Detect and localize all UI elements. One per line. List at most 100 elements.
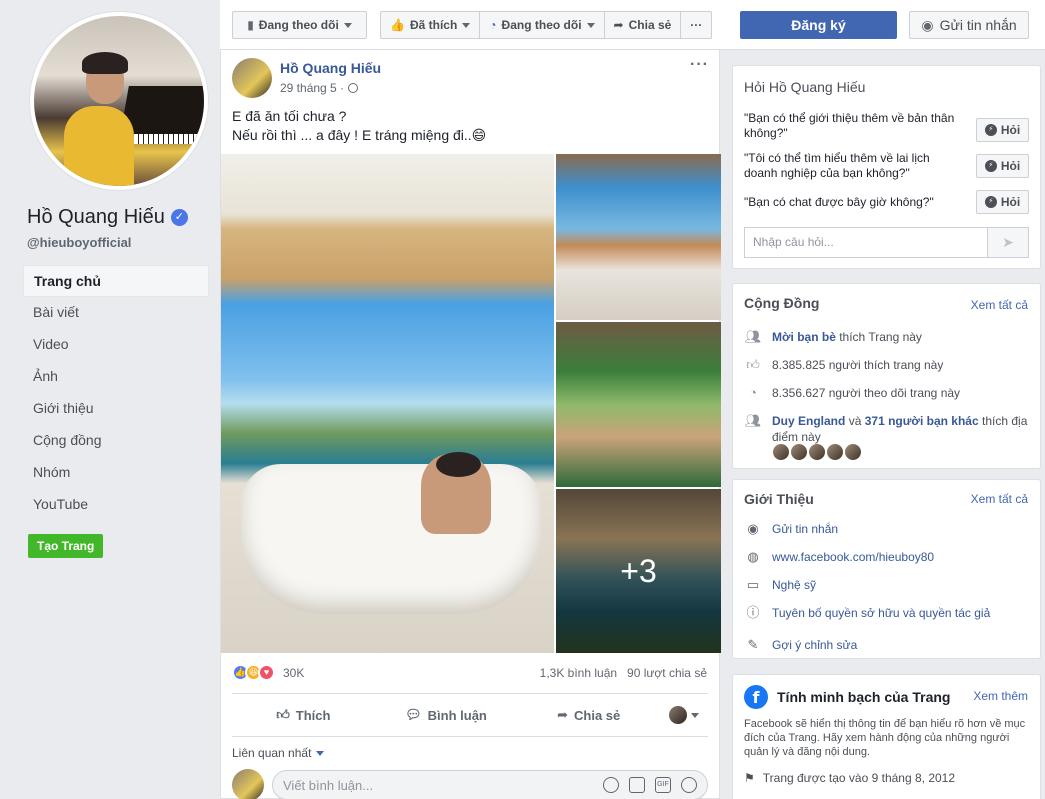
- invite-friends-link[interactable]: Mời bạn bè: [772, 330, 836, 344]
- nav-item-posts[interactable]: Bài viết: [23, 297, 209, 329]
- globe-icon: ◍: [747, 549, 759, 564]
- page-actions-group: 👍 Đã thích ◔ Đang theo dõi ➦ Chia sẻ ···: [380, 11, 713, 39]
- comment-icon: 💬︎: [405, 707, 422, 722]
- messenger-icon: ◉: [921, 16, 934, 33]
- about-card: Giới Thiệu Xem tất cả ◉ Gửi tin nhắn ◍ w…: [732, 479, 1041, 659]
- emoji-icon[interactable]: [603, 777, 619, 793]
- post-photo-3[interactable]: [556, 322, 721, 487]
- post-text: E đã ăn tối chưa ? Nếu rồi thì ... a đây…: [232, 108, 487, 143]
- gif-icon[interactable]: GIF: [655, 777, 671, 793]
- engagement-counts: 1,3K bình luận 90 lượt chia sẻ: [540, 666, 707, 680]
- nav-item-groups[interactable]: Nhóm: [23, 457, 209, 489]
- liked-button[interactable]: 👍 Đã thích: [381, 12, 481, 38]
- following-dropdown-button[interactable]: ▮ Đang theo dõi: [232, 11, 367, 39]
- ask-question-input[interactable]: Nhập câu hỏi...: [744, 227, 988, 258]
- comment-input[interactable]: Viết bình luận... GIF: [272, 770, 708, 799]
- nav-item-photos[interactable]: Ảnh: [23, 361, 209, 393]
- nav-item-videos[interactable]: Video: [23, 329, 209, 361]
- post-photo-main[interactable]: [221, 154, 554, 653]
- post-photo-4[interactable]: +3: [556, 489, 721, 653]
- post-author-name[interactable]: Hồ Quang Hiếu: [280, 60, 381, 76]
- sticker-icon[interactable]: [681, 777, 697, 793]
- people-icon: 👥︎: [744, 329, 762, 344]
- share-post-button[interactable]: ➦ Chia sẻ: [517, 698, 660, 732]
- avatar[interactable]: [809, 444, 825, 460]
- other-friends-link[interactable]: 371 người bạn khác: [865, 414, 979, 428]
- comment-composer: Viết bình luận... GIF: [232, 769, 708, 799]
- info-icon: ⓘ: [746, 605, 760, 620]
- about-suggest-edit-row[interactable]: ✎ Gợi ý chỉnh sửa: [744, 637, 1028, 653]
- avatar[interactable]: [773, 444, 789, 460]
- more-photos-count: +3: [556, 489, 721, 653]
- nav-item-community[interactable]: Cộng đồng: [23, 425, 209, 457]
- love-reaction-icon: ♥: [258, 664, 275, 681]
- chevron-down-icon: [691, 712, 700, 718]
- share-icon: ➦: [613, 18, 624, 32]
- messenger-icon: ⚡: [984, 160, 997, 172]
- community-title: Cộng Đồng: [744, 295, 820, 311]
- messenger-icon: ⚡: [984, 124, 997, 136]
- more-options-button[interactable]: ···: [681, 12, 711, 38]
- profile-picture[interactable]: [30, 12, 208, 190]
- community-followers-row: ◔ 8.356.627 người theo dõi trang này: [744, 385, 1028, 401]
- post-as-selector[interactable]: [660, 698, 708, 732]
- send-message-button[interactable]: ◉ Gửi tin nhắn: [909, 11, 1029, 39]
- avatar: [669, 706, 688, 724]
- about-website-row[interactable]: ◍ www.facebook.com/hieuboy80: [744, 549, 1028, 565]
- send-icon[interactable]: ➤: [988, 227, 1029, 258]
- post-options-icon[interactable]: ···: [690, 56, 709, 74]
- create-page-button[interactable]: Tạo Trang: [28, 534, 104, 558]
- more-icon: ···: [690, 18, 703, 32]
- signup-button[interactable]: Đăng ký: [740, 11, 897, 39]
- community-likes-row: 👍︎ 8.385.825 người thích trang này: [744, 357, 1028, 373]
- comments-count-link[interactable]: 1,3K bình luận: [540, 666, 617, 680]
- people-icon: 👥︎: [744, 413, 762, 428]
- page-title: Hồ Quang Hiếu ✓: [27, 206, 188, 229]
- nav-item-about[interactable]: Giới thiệu: [23, 393, 209, 425]
- transparency-see-more-link[interactable]: Xem thêm: [973, 689, 1028, 703]
- like-button[interactable]: 👍︎ Thích: [232, 698, 375, 732]
- shares-count-link[interactable]: 90 lượt chia sẻ: [627, 666, 707, 680]
- thumbs-up-icon: 👍︎: [746, 357, 760, 372]
- avatar[interactable]: [827, 444, 843, 460]
- about-message-row[interactable]: ◉ Gửi tin nhắn: [744, 521, 1028, 537]
- share-icon: ➦: [557, 707, 568, 722]
- post-author-avatar[interactable]: [232, 58, 272, 98]
- chevron-down-icon: [343, 22, 352, 28]
- avatar[interactable]: [845, 444, 861, 460]
- camera-icon[interactable]: [629, 777, 645, 793]
- ask-card-title: Hỏi Hồ Quang Hiếu: [744, 79, 866, 95]
- ask-button-1[interactable]: ⚡ Hỏi: [976, 118, 1029, 142]
- avatar[interactable]: [791, 444, 807, 460]
- reactions-summary[interactable]: 👍 😆 ♥ 30K: [232, 664, 304, 681]
- friend-name-link[interactable]: Duy England: [772, 414, 845, 428]
- nav-item-youtube[interactable]: YouTube: [23, 489, 209, 521]
- reactions-count: 30K: [283, 665, 305, 680]
- messenger-icon: ⚡: [984, 196, 997, 208]
- community-see-all-link[interactable]: Xem tất cả: [971, 298, 1028, 312]
- page-action-bar: ▮ Đang theo dõi 👍 Đã thích ◔ Đang theo d…: [220, 0, 1045, 50]
- comment-sort-dropdown[interactable]: Liên quan nhất: [232, 746, 325, 760]
- ask-page-card: Hỏi Hồ Quang Hiếu "Bạn có thể giới thiệu…: [732, 65, 1041, 269]
- comment-button[interactable]: 💬︎ Bình luận: [375, 698, 518, 732]
- following-button[interactable]: ◔ Đang theo dõi: [480, 12, 605, 38]
- about-copyright-row[interactable]: ⓘ Tuyên bố quyền sở hữu và quyền tác giả: [744, 605, 1028, 621]
- tag-icon: ▭: [746, 577, 760, 592]
- share-button[interactable]: ➦ Chia sẻ: [605, 12, 682, 38]
- facebook-icon: f: [744, 685, 768, 709]
- post-timestamp[interactable]: 29 tháng 5 ·: [280, 81, 359, 95]
- transparency-description: Facebook sẽ hiển thị thông tin để bạn hi…: [744, 718, 1026, 758]
- nav-item-home[interactable]: Trang chủ: [23, 265, 209, 297]
- ask-button-3[interactable]: ⚡ Hỏi: [976, 190, 1029, 214]
- about-see-all-link[interactable]: Xem tất cả: [971, 492, 1028, 506]
- rss-icon: ◔: [749, 385, 757, 400]
- bookmark-icon: ▮: [247, 18, 254, 32]
- chevron-down-icon: [462, 22, 471, 28]
- about-category-row[interactable]: ▭ Nghệ sỹ: [744, 577, 1028, 593]
- post-card: Hồ Quang Hiếu 29 tháng 5 · ··· E đã ăn t…: [220, 50, 721, 799]
- pencil-icon: ✎: [747, 637, 759, 652]
- verified-badge-icon: ✓: [170, 209, 188, 226]
- friend-avatars: [773, 444, 861, 460]
- ask-button-2[interactable]: ⚡ Hỏi: [976, 154, 1029, 178]
- post-photo-2[interactable]: [556, 154, 721, 320]
